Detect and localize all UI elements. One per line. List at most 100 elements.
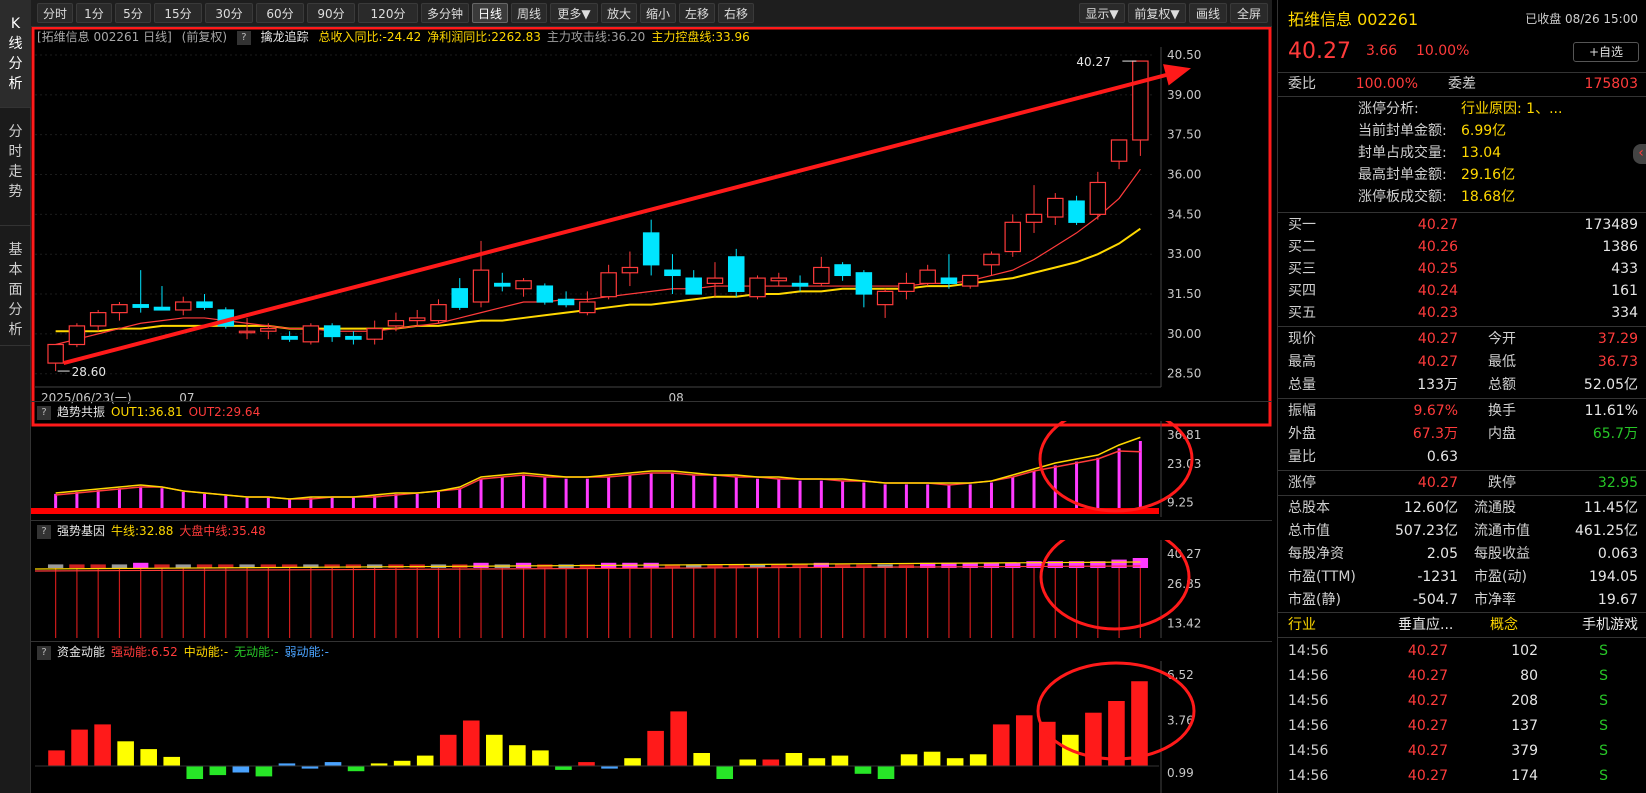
- tick-row-3-cell-3: S: [1599, 718, 1608, 734]
- candle: [238, 317, 256, 340]
- candle: [791, 275, 809, 292]
- left-tab-0[interactable]: K线分析: [0, 0, 31, 108]
- toolbar-right-btn-0[interactable]: 全屏: [1230, 3, 1268, 23]
- toolbar-btn-5[interactable]: 60分: [256, 3, 304, 23]
- tick-row-4-cell-1: 40.27: [1407, 743, 1448, 759]
- toolbar-btn-2[interactable]: 5分: [115, 3, 151, 23]
- tick-row-1-cell-3: S: [1599, 668, 1608, 684]
- fund-row-3-cell-1: -1231: [1417, 569, 1458, 585]
- limitup-row-0-cell-1: 行业原因: 1、...: [1461, 101, 1563, 117]
- candlestick-chart[interactable]: 40.50 39.00 37.50 36.00 34.50 33.00 31.50 30.00…: [31, 27, 1272, 427]
- toolbar-right-btn-2[interactable]: 前复权▼: [1128, 3, 1186, 23]
- separator: [1278, 637, 1646, 638]
- limitup-row-2-cell-1: 13.04: [1461, 145, 1502, 161]
- candle: [451, 278, 469, 310]
- fund-bar: [877, 766, 895, 779]
- toolbar-btn-13[interactable]: 缩小: [640, 3, 676, 23]
- fund-row-0: 总股本 12.60亿 流通股 11.45亿: [1278, 497, 1646, 520]
- stats1-row-1-cell-1: 40.27: [1417, 354, 1458, 370]
- period-toolbar: 分时 1分 5分 15分 30分 60分 90分 120分 多分钟 日线 周线 更多▼ 放大 缩小 左移 右移…: [31, 0, 1272, 27]
- fund-bar: [416, 755, 434, 766]
- limits-row: 涨停 40.27 跌停 32.95: [1278, 472, 1646, 495]
- toolbar-btn-10[interactable]: 周线: [511, 3, 547, 23]
- tick-row-5-cell-1: 40.27: [1407, 768, 1448, 784]
- left-tab-char: 面: [8, 282, 23, 298]
- toolbar-btn-1[interactable]: 1分: [76, 3, 112, 23]
- fund-row-3-cell-3: 194.05: [1589, 569, 1638, 585]
- tick-row-3-cell-0: 14:56: [1288, 718, 1329, 734]
- gene-bar: [111, 564, 128, 568]
- panel-axis-label: 6.52: [1167, 668, 1194, 682]
- weibi-row-cell-3: 175803: [1584, 76, 1638, 92]
- fund-row-0-cell-1: 12.60亿: [1403, 500, 1458, 516]
- stats2-row-2: 量比 0.63: [1278, 446, 1646, 469]
- toolbar-btn-12[interactable]: 放大: [601, 3, 637, 23]
- add-favorite-button[interactable]: +自选: [1573, 42, 1639, 62]
- fund-bar: [946, 758, 964, 766]
- y-tick-label: 37.50: [1167, 128, 1201, 142]
- fund-bar: [969, 754, 987, 766]
- separator: [1278, 212, 1646, 213]
- toolbar-btn-0[interactable]: 分时: [37, 3, 73, 23]
- toolbar-right-btn-1[interactable]: 画线: [1189, 3, 1227, 23]
- tick-row-4: 14:56 40.27 379 S: [1278, 740, 1646, 763]
- toolbar-btn-9[interactable]: 日线: [472, 3, 508, 23]
- panel-axis-label: 13.42: [1167, 616, 1201, 630]
- candle: [727, 248, 745, 297]
- fund-bar: [532, 750, 549, 766]
- candle: [47, 343, 64, 372]
- trading-app: K线分析分时走势基本面分析 分时 1分 5分 15分 30分 60分 90分 120分 多分钟日…: [0, 0, 1646, 793]
- candle: [1089, 171, 1107, 220]
- stats1-row-2-cell-3: 52.05亿: [1583, 377, 1638, 393]
- left-tab-1[interactable]: 分时走势: [0, 108, 31, 226]
- collapse-arrow-icon[interactable]: ‹: [1633, 144, 1646, 164]
- toolbar-btn-15[interactable]: 右移: [718, 3, 754, 23]
- candle: [876, 288, 894, 318]
- fund-bar: [255, 766, 273, 777]
- stats2-row-1-cell-2: 内盘: [1488, 426, 1516, 442]
- candle: [89, 309, 107, 332]
- y-tick-label: 33.00: [1167, 247, 1201, 261]
- stats2-row-1-cell-3: 65.7万: [1592, 426, 1638, 442]
- limits-row-cell-2: 跌停: [1488, 475, 1516, 491]
- candle: [770, 272, 788, 287]
- panel-axis-label: 0.99: [1167, 766, 1194, 780]
- help-icon[interactable]: ?: [37, 524, 51, 539]
- limitup-row-0: 涨停分析: 行业原因: 1、...: [1278, 98, 1646, 121]
- stats2-row-1-cell-1: 67.3万: [1412, 426, 1458, 442]
- fund-row-3: 市盈(TTM) -1231 市盈(动) 194.05: [1278, 566, 1646, 589]
- orderbook-row-1-cell-0: 买二: [1288, 239, 1316, 255]
- help-icon[interactable]: ?: [37, 645, 51, 660]
- stats1-row-1: 最高 40.27 最低 36.73: [1278, 351, 1646, 374]
- y-tick-label: 39.00: [1167, 88, 1201, 102]
- toolbar-btn-6[interactable]: 90分: [307, 3, 355, 23]
- toolbar-btn-14[interactable]: 左移: [679, 3, 715, 23]
- separator: [1278, 326, 1646, 327]
- stats1-row-1-cell-3: 36.73: [1597, 354, 1638, 370]
- toolbar-right-btn-3[interactable]: 显示▼: [1079, 3, 1125, 23]
- trend-resonance-panel[interactable]: 36.8123.039.25: [31, 421, 1272, 517]
- toolbar-btn-7[interactable]: 120分: [358, 3, 418, 23]
- stats1-row-0: 现价 40.27 今开 37.29: [1278, 328, 1646, 351]
- fund-row-2-cell-0: 每股净资: [1288, 546, 1344, 562]
- stats1-row-0-cell-1: 40.27: [1417, 331, 1458, 347]
- panel-value-1: 中动能:-: [183, 645, 229, 659]
- industry-row-cell-1: 垂直应...: [1398, 617, 1454, 633]
- tick-row-4-cell-2: 379: [1511, 743, 1538, 759]
- candle: [1047, 193, 1064, 225]
- fund-momentum-panel[interactable]: 6.523.760.99: [31, 661, 1272, 793]
- fund-bar: [393, 760, 411, 766]
- toolbar-btn-4[interactable]: 30分: [205, 3, 253, 23]
- stats2-row-0-cell-0: 振幅: [1288, 403, 1316, 419]
- help-icon[interactable]: ?: [37, 405, 51, 420]
- strong-gene-panel[interactable]: 40.2726.8513.42: [31, 540, 1272, 638]
- stats2-row-1-cell-0: 外盘: [1288, 426, 1316, 442]
- left-tab-2[interactable]: 基本面分析: [0, 226, 31, 346]
- fund-bar: [578, 762, 595, 766]
- y-tick-label: 40.50: [1167, 48, 1201, 62]
- toolbar-btn-8[interactable]: 多分钟: [421, 3, 469, 23]
- fund-row-2: 每股净资 2.05 每股收益 0.063: [1278, 543, 1646, 566]
- toolbar-btn-3[interactable]: 15分: [154, 3, 202, 23]
- toolbar-btn-11[interactable]: 更多▼: [550, 3, 598, 23]
- candle: [408, 309, 426, 326]
